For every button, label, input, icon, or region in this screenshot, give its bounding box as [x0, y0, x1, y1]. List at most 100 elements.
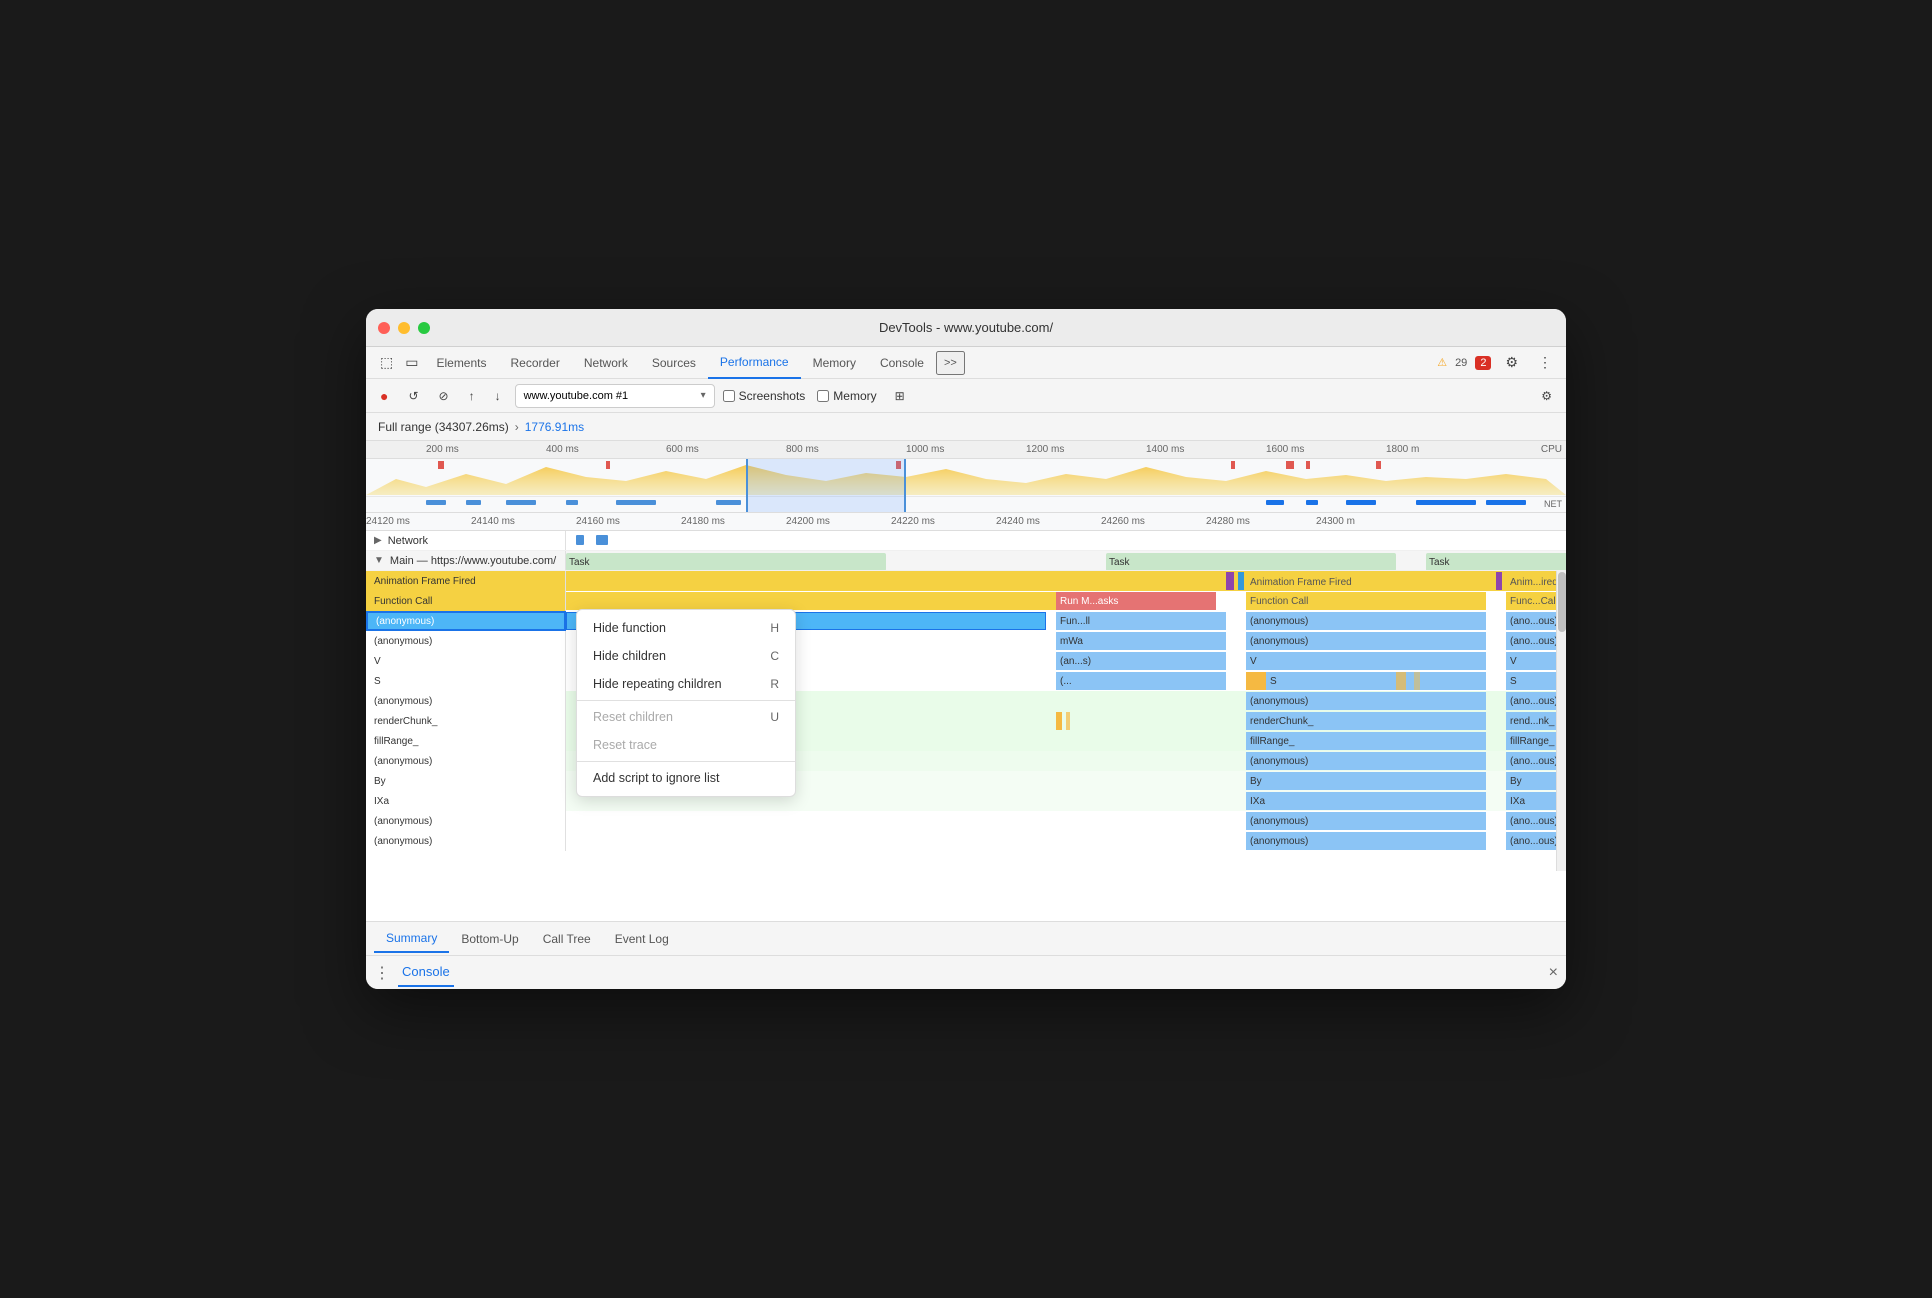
upload-button[interactable]: ↑ — [463, 385, 481, 407]
fillrange-bar[interactable]: fillRange_ — [1246, 732, 1486, 750]
anim-frame-row: Animation Frame Fired Animation Frame Fi… — [366, 571, 1566, 591]
anim-frame-bar-2[interactable]: Animation Frame Fired — [1246, 572, 1486, 590]
v-bar[interactable]: V — [1246, 652, 1486, 670]
network-track-label[interactable]: ▶ Network — [366, 531, 566, 550]
screenshots-checkbox[interactable]: Screenshots — [723, 389, 806, 403]
run-masks-bar[interactable]: Run M...asks — [1056, 592, 1216, 610]
anonymous-bar-4[interactable]: (anonymous) — [1246, 632, 1486, 650]
s-yellow-bar — [1396, 672, 1406, 690]
anonymous-label-4[interactable]: (anonymous) — [366, 751, 566, 771]
anonymous-bar-8[interactable]: (anonymous) — [1246, 752, 1486, 770]
reload-button[interactable]: ↺ — [402, 385, 424, 407]
console-close-icon[interactable]: × — [1549, 964, 1558, 982]
fillrange-label[interactable]: fillRange_ — [366, 731, 566, 751]
expand-network-icon[interactable]: ▶ — [374, 535, 382, 546]
tab-call-tree[interactable]: Call Tree — [531, 926, 603, 952]
task-bar-2[interactable]: Task — [1106, 553, 1396, 570]
anonymous-label-6[interactable]: (anonymous) — [366, 831, 566, 851]
by-bar[interactable]: By — [1246, 772, 1486, 790]
hide-function-item[interactable]: Hide function H — [577, 614, 795, 642]
ixa-label[interactable]: IXa — [366, 791, 566, 811]
tab-recorder[interactable]: Recorder — [499, 347, 572, 379]
selected-range[interactable]: 1776.91ms — [525, 420, 584, 434]
anim-frame-content[interactable]: Animation Frame Fired Anim...ired — [566, 571, 1566, 591]
anonymous-label[interactable]: (anonymous) — [366, 611, 566, 631]
hide-children-item[interactable]: Hide children C — [577, 642, 795, 670]
minimize-button[interactable] — [398, 322, 410, 334]
anonymous-label-3[interactable]: (anonymous) — [366, 691, 566, 711]
console-tab[interactable]: Console — [398, 958, 454, 987]
collapse-main-icon[interactable]: ▼ — [374, 555, 384, 566]
task-bar-1[interactable]: Task — [566, 553, 886, 570]
anonymous-bar-12[interactable]: (anonymous) — [1246, 832, 1486, 850]
network-track-row: ▶ Network — [366, 531, 1566, 551]
anim-frame-label[interactable]: Animation Frame Fired — [366, 571, 566, 591]
by-label[interactable]: By — [366, 771, 566, 791]
network-track-content[interactable] — [566, 531, 1566, 550]
ixa-bar[interactable]: IXa — [1246, 792, 1486, 810]
detail-tick-9: 24300 m — [1316, 516, 1355, 527]
tab-network[interactable]: Network — [572, 347, 640, 379]
mwa-bar[interactable]: mWa — [1056, 632, 1226, 650]
anonymous-bar-2[interactable]: (anonymous) — [1246, 612, 1486, 630]
download-button[interactable]: ↓ — [489, 385, 507, 407]
v-label[interactable]: V — [366, 651, 566, 671]
hide-repeating-shortcut: R — [770, 677, 779, 691]
maximize-button[interactable] — [418, 322, 430, 334]
task-bar-3[interactable]: Task — [1426, 553, 1566, 570]
detail-tick-3: 24180 ms — [681, 516, 725, 527]
screenshots-check[interactable] — [723, 390, 735, 402]
anonymous-content-5[interactable]: (anonymous) (ano...ous) — [566, 811, 1566, 831]
memory-checkbox[interactable]: Memory — [817, 389, 876, 403]
function-call-bar-2[interactable]: Function Call — [1246, 592, 1486, 610]
anonymous-label-5[interactable]: (anonymous) — [366, 811, 566, 831]
dropdown-arrow-icon[interactable]: ▾ — [701, 390, 706, 401]
clear-button[interactable]: ⊘ — [433, 385, 455, 407]
capture-settings-icon[interactable]: ⚙ — [1535, 385, 1558, 407]
hide-repeating-item[interactable]: Hide repeating children R — [577, 670, 795, 698]
function-call-label[interactable]: Function Call — [366, 591, 566, 611]
anim-frame-bar[interactable] — [566, 572, 1216, 590]
controls-bar: ● ↺ ⊘ ↑ ↓ www.youtube.com #1 ▾ Screensho… — [366, 379, 1566, 413]
main-track-header: ▼ Main — https://www.youtube.com/ Task T… — [366, 551, 1566, 571]
tab-memory[interactable]: Memory — [801, 347, 868, 379]
console-menu-icon[interactable]: ⋮ — [374, 963, 390, 983]
tab-event-log[interactable]: Event Log — [603, 926, 681, 952]
scrollbar[interactable] — [1556, 571, 1566, 871]
tab-console[interactable]: Console — [868, 347, 936, 379]
warning-count[interactable]: 29 — [1455, 357, 1467, 369]
anonymous-content-6[interactable]: (anonymous) (ano...ous) — [566, 831, 1566, 851]
add-ignore-item[interactable]: Add script to ignore list — [577, 764, 795, 792]
main-track-content[interactable]: Task Task Task — [566, 551, 1566, 570]
more-options-icon[interactable]: ⋮ — [1532, 350, 1558, 375]
s-label[interactable]: S — [366, 671, 566, 691]
device-icon[interactable]: ▭ — [399, 350, 424, 375]
more-tabs-button[interactable]: >> — [936, 351, 965, 375]
tab-bottom-up[interactable]: Bottom-Up — [449, 926, 530, 952]
an-s-bar[interactable]: (an...s) — [1056, 652, 1226, 670]
settings-icon[interactable]: ⚙ — [1499, 350, 1524, 375]
fun-ll-bar[interactable]: Fun...ll — [1056, 612, 1226, 630]
tab-performance[interactable]: Performance — [708, 347, 801, 379]
s-bar[interactable]: S — [1266, 672, 1486, 690]
renderchunk-bar[interactable]: renderChunk_ — [1246, 712, 1486, 730]
anonymous-bar-10[interactable]: (anonymous) — [1246, 812, 1486, 830]
selection-overlay[interactable] — [746, 459, 906, 512]
renderchunk-label[interactable]: renderChunk_ — [366, 711, 566, 731]
memory-extra-icon[interactable]: ⊞ — [889, 385, 911, 407]
main-track-label[interactable]: ▼ Main — https://www.youtube.com/ — [366, 551, 566, 570]
close-button[interactable] — [378, 322, 390, 334]
anonymous-label-2[interactable]: (anonymous) — [366, 631, 566, 651]
inspect-icon[interactable]: ⬚ — [374, 350, 399, 375]
record-button[interactable]: ● — [374, 384, 394, 408]
ellipsis-bar[interactable]: (... — [1056, 672, 1226, 690]
tab-elements[interactable]: Elements — [424, 347, 498, 379]
tab-summary[interactable]: Summary — [374, 925, 449, 953]
memory-check[interactable] — [817, 390, 829, 402]
timeline-overview[interactable]: 200 ms 400 ms 600 ms 800 ms 1000 ms 1200… — [366, 441, 1566, 513]
function-call-content[interactable]: Run M...asks Function Call Func...Call — [566, 591, 1566, 611]
tab-sources[interactable]: Sources — [640, 347, 708, 379]
anonymous-bar-6[interactable]: (anonymous) — [1246, 692, 1486, 710]
address-input[interactable]: www.youtube.com #1 ▾ — [515, 384, 715, 408]
scrollbar-thumb[interactable] — [1558, 572, 1566, 632]
